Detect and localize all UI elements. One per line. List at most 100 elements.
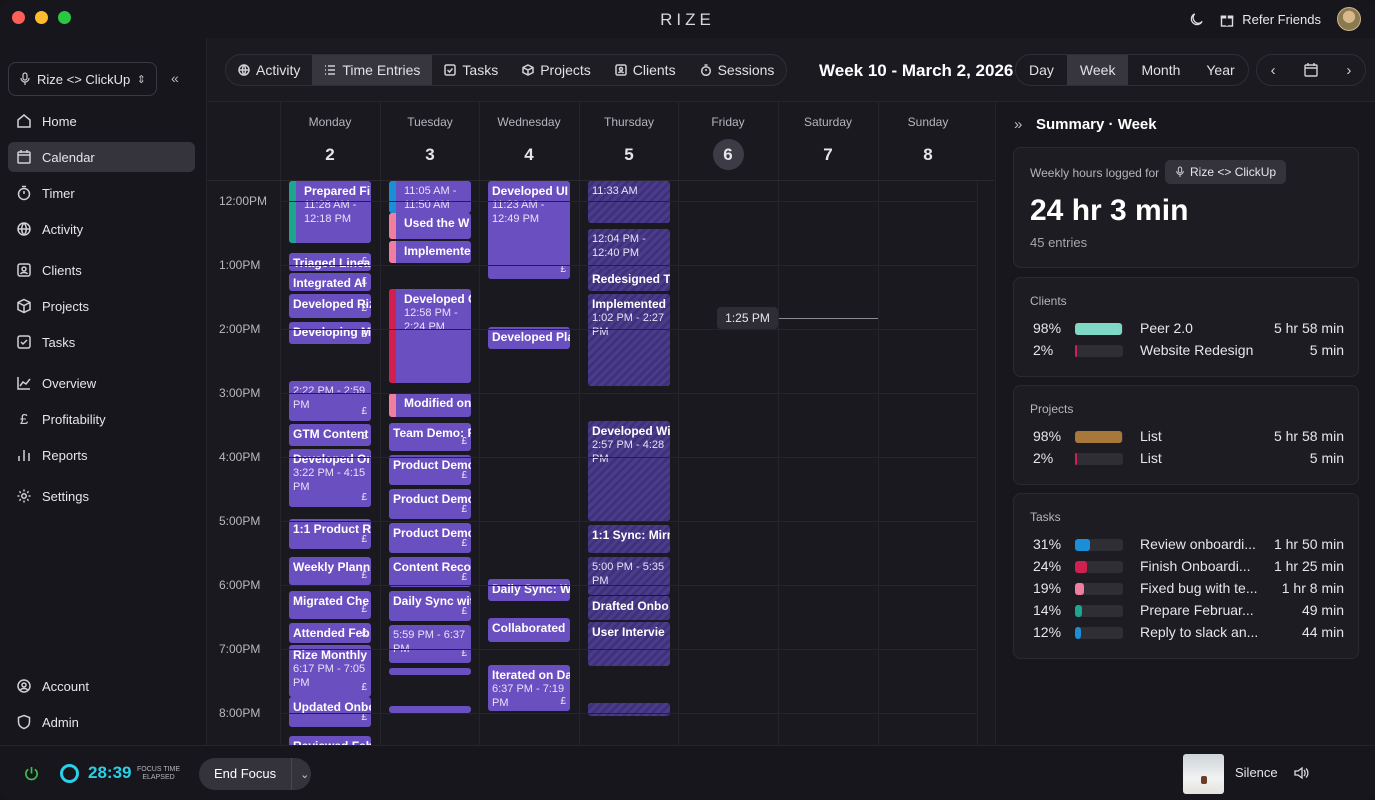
row-name: List [1140,450,1162,466]
chevron-down-icon[interactable]: ⌄ [292,768,309,781]
time-entry[interactable]: Integrated AI £ [289,273,371,291]
time-entry[interactable]: Implemente [389,241,471,263]
time-entry[interactable]: 1:1 Product R £ [289,519,371,549]
sidebar-item-tasks[interactable]: Tasks [8,327,195,357]
workspace-chip[interactable]: Rize <> ClickUp [1165,160,1287,184]
time-entry[interactable]: Daily Sync wit £ [389,591,471,621]
time-entry[interactable]: 5:59 PM - 6:37 PM £ [389,625,471,663]
sidebar-item-settings[interactable]: Settings [8,481,195,511]
time-entry[interactable]: Collaborated [488,618,570,642]
view-month[interactable]: Month [1128,55,1193,85]
sidebar-item-timer[interactable]: Timer [8,178,195,208]
tab-tasks[interactable]: Tasks [432,55,510,85]
view-year[interactable]: Year [1193,55,1247,85]
time-entry[interactable]: Modified on [389,393,471,417]
projects-row[interactable]: 98% List 5 hr 58 min [1030,428,1344,446]
time-entry[interactable]: 1:1 Sync: Mirn [588,525,670,553]
time-entry[interactable]: 12:04 PM - 12:40 PM [588,229,670,273]
entries-count: 45 entries [1030,235,1088,250]
day-header-friday[interactable]: Friday 6 [678,102,777,180]
projects-row[interactable]: 2% List 5 min [1030,450,1344,468]
tasks-row[interactable]: 14% Prepare Februar... 49 min [1030,602,1344,620]
time-entry[interactable]: 11:05 AM - 11:50 AM [389,181,471,213]
time-entry[interactable]: Implemented I 1:02 PM - 2:27 PM [588,294,670,386]
time-entry[interactable]: Used the W [389,213,471,239]
end-focus-button[interactable]: End Focus [199,758,293,790]
time-entry[interactable]: Daily Sync: W [488,579,570,601]
sidebar-item-profitability[interactable]: £ Profitability [8,404,195,434]
time-entry[interactable]: 5:00 PM - 5:35 PM [588,557,670,595]
expand-panel-icon[interactable]: » [1014,116,1022,133]
chevron-right-icon[interactable]: › [1346,62,1351,79]
sidebar-item-calendar[interactable]: Calendar [8,142,195,172]
view-day[interactable]: Day [1016,55,1067,85]
time-entry[interactable]: Product Demo £ [389,523,471,553]
time-entry[interactable]: Drafted Onbo [588,596,670,620]
clients-row[interactable]: 98% Peer 2.0 5 hr 58 min [1030,320,1344,338]
time-entry[interactable]: 11:33 AM [588,181,670,223]
view-week[interactable]: Week [1066,55,1129,85]
refer-friends-button[interactable]: Refer Friends [1220,12,1321,27]
tasks-row[interactable]: 12% Reply to slack an... 44 min [1030,624,1344,642]
day-header-monday[interactable]: Monday 2 [280,102,379,180]
day-header-tuesday[interactable]: Tuesday 3 [380,102,479,180]
time-entry[interactable] [588,703,670,716]
time-entry[interactable]: Developed Riz £ [289,294,371,318]
time-entry[interactable]: Rize Monthly I 6:17 PM - 7:05 PM £ [289,645,371,697]
power-icon[interactable] [24,766,39,781]
time-entry[interactable]: Product Demo £ [389,455,471,485]
sidebar-item-overview[interactable]: Overview [8,368,195,398]
tab-sessions[interactable]: Sessions [688,55,787,85]
time-entry[interactable]: Reviewed Feb [289,736,371,745]
time-entry[interactable]: Content Reco £ [389,557,471,587]
sidebar-item-reports[interactable]: Reports [8,440,195,470]
sidebar-item-clients[interactable]: Clients [8,255,195,285]
time-entry[interactable] [389,668,471,675]
time-entry[interactable]: 2:22 PM - 2:59 PM £ [289,381,371,421]
time-entry[interactable]: Developed Wi 2:57 PM - 4:28 PM [588,421,670,521]
tasks-row[interactable]: 19% Fixed bug with te... 1 hr 8 min [1030,580,1344,598]
entry-title: Prepared Fi [304,184,371,198]
chevron-left-icon[interactable]: ‹ [1271,62,1276,79]
moon-icon[interactable] [1189,12,1204,27]
day-header-saturday[interactable]: Saturday 7 [778,102,877,180]
sidebar-item-activity[interactable]: Activity [8,214,195,244]
clients-row[interactable]: 2% Website Redesign 5 min [1030,342,1344,360]
time-entry[interactable]: Prepared Fi 11:28 AM - 12:18 PM [289,181,371,243]
sidebar-item-label: Projects [42,298,89,314]
time-entry[interactable]: Developed Pla [488,327,570,349]
sound-thumbnail[interactable] [1183,754,1224,794]
avatar[interactable] [1337,7,1361,31]
tasks-row[interactable]: 31% Review onboardi... 1 hr 50 min [1030,536,1344,554]
time-entry[interactable]: Iterated on Da 6:37 PM - 7:19 PM £ [488,665,570,711]
sidebar-item-home[interactable]: Home [8,106,195,136]
time-entry[interactable]: Weekly Planni £ [289,557,371,585]
time-entry[interactable]: Team Demo: R £ [389,423,471,451]
tab-projects[interactable]: Projects [510,55,603,85]
workspace-switcher[interactable]: Rize <> ClickUp ⇕ [8,62,157,96]
time-entry[interactable]: Redesigned Te [588,269,670,291]
sidebar-item-admin[interactable]: Admin [8,707,195,737]
time-entry[interactable]: Triaged Linear £ [289,253,371,271]
time-entry[interactable]: Updated Onbo £ [289,697,371,727]
calendar-icon[interactable] [1303,62,1319,78]
sidebar-item-account[interactable]: Account [8,671,195,701]
day-header-sunday[interactable]: Sunday 8 [878,102,977,180]
tasks-row[interactable]: 24% Finish Onboardi... 1 hr 25 min [1030,558,1344,576]
speaker-icon[interactable] [1293,766,1309,780]
sidebar-item-projects[interactable]: Projects [8,291,195,321]
time-entry[interactable]: Attended Feb £ [289,623,371,643]
day-header-thursday[interactable]: Thursday 5 [579,102,678,180]
tab-time-entries[interactable]: Time Entries [312,55,433,85]
tab-activity[interactable]: Activity [226,55,312,85]
time-entry[interactable]: User Intervie [588,622,670,666]
tab-clients[interactable]: Clients [603,55,688,85]
day-header-wednesday[interactable]: Wednesday 4 [479,102,578,180]
time-entry[interactable]: Developed C 12:58 PM - 2:24 PM [389,289,471,383]
time-entry[interactable]: Migrated Che £ [289,591,371,619]
time-entry[interactable]: GTM Content £ [289,424,371,446]
collapse-sidebar-icon[interactable]: « [171,70,179,86]
time-entry[interactable] [389,706,471,713]
time-entry[interactable]: Product Demo £ [389,489,471,519]
time-entry[interactable]: Developing M £ [289,322,371,344]
